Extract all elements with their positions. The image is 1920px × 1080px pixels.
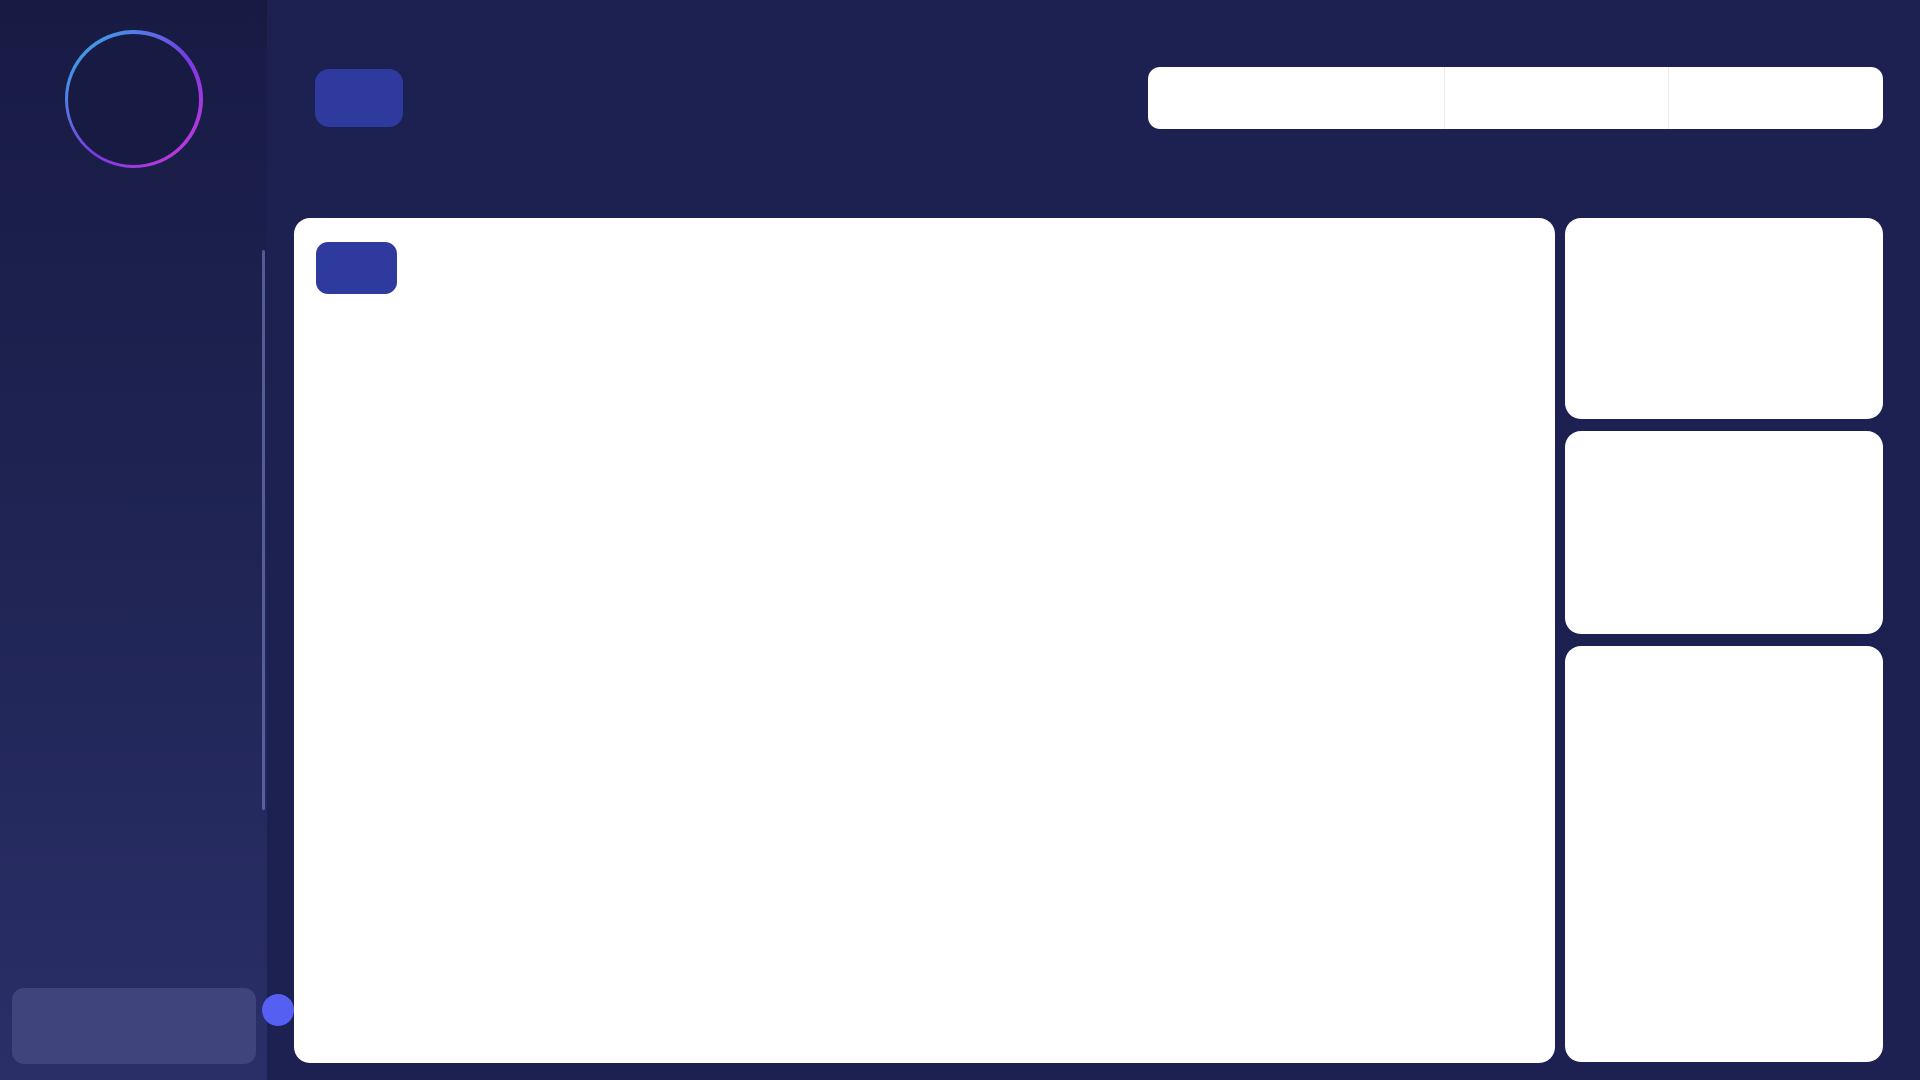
device-selector[interactable] bbox=[12, 988, 256, 1064]
chevron-left-icon bbox=[269, 1001, 287, 1019]
table-icon bbox=[424, 253, 452, 281]
stats-panel bbox=[1565, 218, 1883, 1062]
document-icon bbox=[1685, 87, 1708, 110]
calendar-icon bbox=[1461, 87, 1484, 110]
aggregation-filter[interactable] bbox=[1668, 67, 1883, 129]
chevron-down-icon bbox=[1629, 87, 1652, 110]
chart-panel bbox=[294, 218, 1555, 1063]
bag-x-icon bbox=[341, 86, 365, 110]
topbar bbox=[267, 0, 1920, 56]
gear-icon bbox=[1861, 14, 1887, 40]
scrap-reasons-donut-chart bbox=[1599, 700, 1849, 950]
app-logo bbox=[65, 30, 203, 168]
sidebar bbox=[0, 0, 267, 1080]
interval-filter[interactable] bbox=[1444, 67, 1668, 129]
view-toggle bbox=[316, 242, 453, 294]
scrap-reasons-card bbox=[1565, 646, 1883, 1062]
sidebar-collapse-button[interactable] bbox=[262, 994, 294, 1026]
chevron-down-icon bbox=[1844, 87, 1867, 110]
analysis-toolbar bbox=[298, 69, 403, 127]
sidebar-scrollbar[interactable] bbox=[262, 250, 265, 810]
speed-card bbox=[1565, 431, 1883, 634]
settings-button[interactable] bbox=[1861, 14, 1887, 43]
table-view-button[interactable] bbox=[423, 253, 453, 283]
bar-chart-icon bbox=[340, 257, 362, 279]
scraps-analysis-button[interactable] bbox=[315, 69, 403, 127]
production-card bbox=[1565, 218, 1883, 419]
cumulative-scraps-chart bbox=[324, 433, 1509, 933]
calendar-icon bbox=[1164, 87, 1187, 110]
filter-card bbox=[1148, 67, 1883, 129]
app-logo-inner bbox=[68, 34, 199, 165]
chart-view-button[interactable] bbox=[316, 242, 397, 294]
date-range-filter[interactable] bbox=[1148, 67, 1444, 129]
